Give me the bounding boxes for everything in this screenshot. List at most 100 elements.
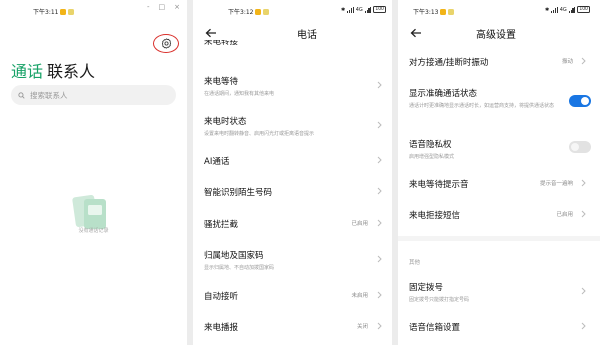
list-item-label: AI通话 — [204, 157, 230, 167]
list-item-value: 已启用 — [351, 221, 368, 227]
toggle-knob — [581, 97, 589, 105]
list-item-value: 振动 — [561, 59, 573, 65]
accurate-status-toggle[interactable] — [569, 95, 591, 107]
bluetooth-icon: ✱ — [545, 6, 550, 13]
window-controls: - □ × — [147, 3, 180, 11]
toggle-knob — [571, 143, 579, 151]
signal-icon — [568, 6, 576, 13]
chevron-right-icon — [581, 322, 586, 330]
list-item-value: 提示音一遍响 — [539, 181, 573, 187]
tab-bar: 通话 联系人 — [11, 58, 95, 82]
chevron-right-icon — [581, 179, 586, 187]
voice-privacy-toggle[interactable] — [569, 141, 591, 153]
list-item-sub: 启用增强型隐私模式 — [409, 154, 455, 160]
list-item-label: 来电播报 — [204, 323, 239, 333]
notification-icon — [60, 8, 67, 15]
contacts-screen: 下午3:11 - □ × 通话 联系人 搜索联系人 没有通话记录 — [0, 0, 187, 345]
section-title-other: 其他 — [409, 260, 421, 266]
list-item-call-waiting[interactable]: 来电等待 在通话期间，通知我有其他来电 — [204, 75, 382, 97]
section-divider — [398, 236, 600, 241]
list-item-label: 显示准确通话状态 — [409, 89, 478, 99]
signal-icon — [347, 6, 354, 13]
chevron-right-icon — [377, 322, 382, 330]
page-title: 高级设置 — [476, 30, 516, 41]
list-item-voice-privacy[interactable]: 语音隐私权 启用增强型隐私模式 — [409, 138, 591, 160]
list-item-region-country-code[interactable]: 归属地及国家码 显示归属地、不自动加拨国家码 — [204, 249, 382, 271]
notification-icon — [440, 8, 447, 15]
phone-settings-screen: 下午3:12 ✱ 4G 100 电话 来电转接 来电等待 在通话期间，通知我有其… — [193, 0, 392, 345]
chevron-right-icon — [581, 287, 586, 295]
list-item-label: 语音隐私权 — [409, 140, 452, 150]
list-item-identify-unknown[interactable]: 智能识别陌生号码 — [204, 186, 382, 198]
status-time: 下午3:13 — [413, 7, 455, 16]
list-item-label: 智能识别陌生号码 — [204, 188, 273, 198]
notification-icon — [255, 8, 262, 15]
back-arrow-icon[interactable] — [410, 28, 422, 38]
chevron-right-icon — [377, 255, 382, 263]
list-item-label: 归属地及国家码 — [204, 251, 264, 261]
tab-contacts[interactable]: 联系人 — [47, 58, 95, 82]
status-icons: ✱ 4G 100 — [545, 6, 590, 13]
list-item-sub: 固定拨号只能拨打指定号码 — [409, 297, 470, 303]
back-arrow-icon[interactable] — [205, 28, 217, 38]
search-input[interactable]: 搜索联系人 — [11, 85, 176, 105]
list-item-call-waiting-tone[interactable]: 来电等待提示音 提示音一遍响 — [409, 178, 590, 190]
empty-sim-icon — [72, 195, 106, 229]
list-item-harassment-block[interactable]: 骚扰拦截 已启用 — [204, 218, 382, 230]
notification-icon — [263, 8, 270, 15]
network-label: 4G — [559, 6, 567, 13]
list-item-value: 已启用 — [556, 212, 573, 218]
list-item-sub: 在通话期间，通知我有其他来电 — [204, 91, 275, 97]
list-item-accurate-call-status[interactable]: 显示准确通话状态 通话计时更准确地显示通话时长，如运营商支持，将提供通话状态 — [409, 87, 591, 110]
list-item-reject-sms[interactable]: 来电拒接短信 已启用 — [409, 209, 590, 221]
status-time: 下午3:11 — [33, 7, 75, 16]
chevron-right-icon — [377, 81, 382, 89]
list-item-sub: 显示归属地、不自动加拨国家码 — [204, 265, 275, 271]
network-label: 4G — [355, 6, 363, 13]
minimize-icon[interactable]: - — [147, 3, 150, 11]
list-item-value: 未启用 — [351, 293, 368, 299]
advanced-settings-screen: 下午3:13 ✱ 4G 100 高级设置 对方接通/挂断时振动 振动 显示准确通… — [398, 0, 600, 345]
list-item-sub: 通话计时更准确地显示通话时长，如运营商支持，将提供通话状态 — [409, 103, 555, 109]
list-item-caller-announce[interactable]: 来电播报 关闭 — [204, 321, 382, 333]
list-item-ai-call[interactable]: AI通话 — [204, 155, 382, 167]
list-item-fixed-dialing[interactable]: 固定拨号 固定拨号只能拨打指定号码 — [409, 281, 590, 303]
notification-icon — [68, 8, 75, 15]
bluetooth-icon: ✱ — [341, 6, 346, 13]
status-time: 下午3:12 — [228, 7, 270, 16]
chevron-right-icon — [377, 219, 382, 227]
tab-calls[interactable]: 通话 — [11, 58, 43, 82]
chevron-right-icon — [377, 121, 382, 129]
page-title: 电话 — [297, 30, 317, 41]
list-item-value: 关闭 — [356, 324, 368, 330]
status-icons: ✱ 4G 100 — [341, 6, 386, 13]
status-bar: 下午3:13 ✱ 4G 100 — [398, 0, 600, 20]
screenshot-collage: 下午3:11 - □ × 通话 联系人 搜索联系人 没有通话记录 下午3:12 … — [0, 0, 600, 345]
empty-state-text: 没有通话记录 — [78, 228, 109, 234]
list-item-label: 来电时状态 — [204, 117, 247, 127]
chevron-right-icon — [581, 57, 586, 65]
list-item-label: 固定拨号 — [409, 283, 444, 293]
chevron-right-icon — [581, 210, 586, 218]
chevron-right-icon — [377, 187, 382, 195]
list-item-label: 来电等待 — [204, 77, 239, 87]
signal-icon — [364, 6, 372, 13]
search-placeholder: 搜索联系人 — [30, 90, 68, 100]
list-item-auto-answer[interactable]: 自动接听 未启用 — [204, 290, 382, 302]
list-item-voicemail-settings[interactable]: 语音信箱设置 — [409, 321, 590, 333]
list-item-label: 语音信箱设置 — [409, 323, 461, 333]
list-item-label: 来电转接 — [204, 40, 239, 47]
maximize-icon[interactable]: □ — [159, 3, 166, 11]
list-item-incoming-call-status[interactable]: 来电时状态 设置来电时翻转静音、启用闪光灯或拒离语音提示 — [204, 115, 382, 137]
header: 高级设置 — [398, 20, 600, 48]
notification-icon — [448, 8, 455, 15]
list-item-sub: 设置来电时翻转静音、启用闪光灯或拒离语音提示 — [204, 131, 315, 137]
close-icon[interactable]: × — [174, 3, 180, 11]
gear-icon[interactable] — [161, 38, 172, 49]
battery-icon: 100 — [373, 6, 386, 13]
list-item-vibrate-on-connect[interactable]: 对方接通/挂断时振动 振动 — [409, 56, 590, 68]
chevron-right-icon — [377, 156, 382, 164]
signal-icon — [551, 6, 558, 13]
battery-icon: 100 — [577, 6, 590, 13]
chevron-right-icon — [377, 291, 382, 299]
